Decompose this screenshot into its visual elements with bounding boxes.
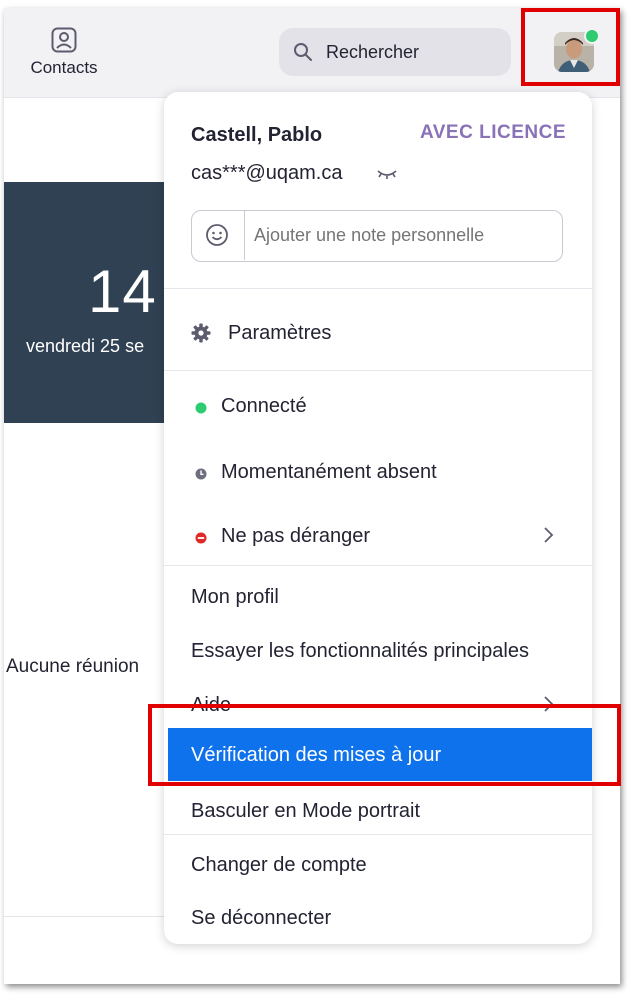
personal-note-field[interactable] bbox=[191, 210, 563, 262]
menu-item-sign-out-label: Se déconnecter bbox=[191, 907, 332, 929]
menu-item-switch-account[interactable]: Changer de compte bbox=[164, 842, 592, 888]
status-dnd-label: Ne pas déranger bbox=[221, 525, 370, 547]
menu-item-profile[interactable]: Mon profil bbox=[164, 574, 592, 620]
status-online-label: Connecté bbox=[221, 395, 307, 417]
menu-item-switch-account-label: Changer de compte bbox=[191, 854, 367, 876]
divider bbox=[164, 834, 592, 835]
menu-item-settings-label: Paramètres bbox=[228, 322, 332, 344]
top-bar: Contacts Rechercher bbox=[4, 8, 620, 98]
eye-closed-icon[interactable] bbox=[376, 165, 398, 183]
gear-icon bbox=[191, 323, 211, 343]
menu-item-check-updates[interactable]: Vérification des mises à jour bbox=[168, 728, 592, 781]
app-window: Contacts Rechercher 14 vendredi 25 se Au… bbox=[4, 8, 620, 984]
emoji-icon bbox=[205, 223, 229, 247]
status-online[interactable]: Connecté bbox=[164, 383, 592, 429]
menu-item-portrait-mode[interactable]: Basculer en Mode portrait bbox=[164, 788, 592, 834]
search-icon bbox=[293, 42, 313, 62]
menu-item-profile-label: Mon profil bbox=[191, 586, 279, 608]
menu-item-help[interactable]: Aide bbox=[164, 682, 592, 728]
nav-contacts[interactable]: Contacts bbox=[18, 26, 110, 86]
search-box[interactable]: Rechercher bbox=[279, 28, 511, 76]
clock-date: vendredi 25 se bbox=[26, 336, 145, 356]
home-clock-panel: 14 vendredi 25 se bbox=[4, 182, 164, 423]
contacts-icon bbox=[50, 26, 78, 54]
divider bbox=[164, 370, 592, 371]
emoji-button[interactable] bbox=[192, 211, 245, 260]
divider bbox=[164, 288, 592, 289]
clock-time: 14 bbox=[88, 258, 157, 325]
nav-contacts-label: Contacts bbox=[30, 58, 98, 77]
status-dnd[interactable]: Ne pas déranger bbox=[164, 513, 592, 559]
menu-item-portrait-mode-label: Basculer en Mode portrait bbox=[191, 800, 421, 822]
status-away-icon bbox=[195, 467, 207, 480]
status-online-dot bbox=[195, 401, 207, 414]
avatar-status-dot bbox=[584, 28, 600, 44]
menu-item-help-label: Aide bbox=[191, 694, 232, 716]
divider bbox=[164, 565, 592, 566]
license-badge: AVEC LICENCE bbox=[419, 122, 566, 143]
menu-item-try-features-label: Essayer les fonctionnalités principales bbox=[191, 640, 529, 662]
personal-note-input[interactable] bbox=[254, 225, 554, 246]
user-email: cas***@uqam.ca bbox=[191, 162, 343, 184]
no-meeting-text: Aucune réunion bbox=[6, 656, 140, 677]
chevron-right-icon bbox=[542, 695, 556, 713]
search-placeholder: Rechercher bbox=[326, 42, 420, 62]
status-away[interactable]: Momentanément absent bbox=[164, 449, 592, 495]
menu-item-try-features[interactable]: Essayer les fonctionnalités principales bbox=[164, 628, 592, 674]
divider bbox=[4, 916, 164, 917]
menu-item-settings[interactable]: Paramètres bbox=[164, 310, 592, 356]
user-name: Castell, Pablo bbox=[191, 124, 323, 146]
chevron-right-icon bbox=[542, 526, 556, 544]
menu-item-check-updates-label: Vérification des mises à jour bbox=[191, 744, 442, 766]
status-away-label: Momentanément absent bbox=[221, 461, 437, 483]
profile-menu: Castell, Pablo AVEC LICENCE cas***@uqam.… bbox=[164, 92, 592, 944]
menu-item-sign-out[interactable]: Se déconnecter bbox=[164, 895, 592, 941]
status-dnd-icon bbox=[195, 531, 207, 544]
